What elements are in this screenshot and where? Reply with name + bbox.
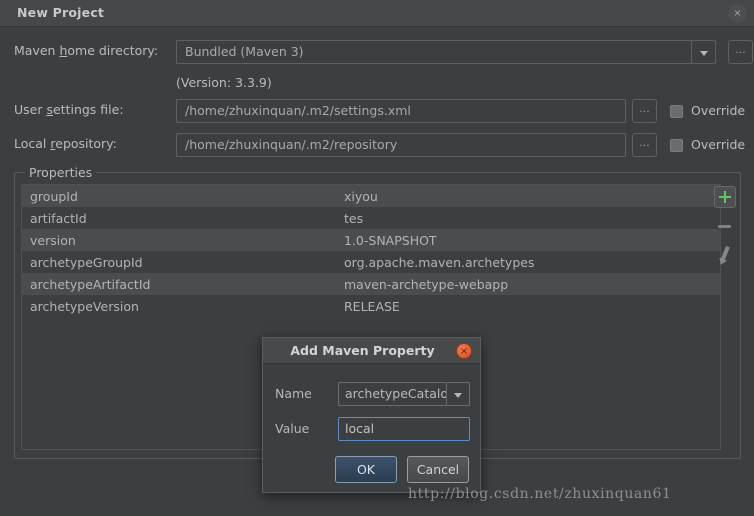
pencil-icon[interactable]: [714, 243, 736, 265]
modal-value-input[interactable]: local: [338, 417, 470, 441]
property-value: tes: [344, 210, 364, 226]
maven-home-label: Maven home directory:: [14, 43, 159, 58]
local-repository-override-label: Override: [691, 137, 746, 152]
property-value: xiyou: [344, 188, 378, 204]
table-row[interactable]: version 1.0-SNAPSHOT: [22, 229, 720, 251]
modal-name-label: Name: [275, 386, 312, 401]
modal-titlebar: Add Maven Property ×: [263, 338, 480, 364]
user-settings-browse-button[interactable]: ...: [632, 99, 657, 123]
watermark-text: http://blog.csdn.net/zhuxinquan61: [408, 486, 672, 502]
modal-title: Add Maven Property: [290, 343, 435, 358]
checkbox-box: [670, 139, 683, 152]
property-key: archetypeVersion: [30, 298, 139, 314]
property-value: RELEASE: [344, 298, 400, 314]
modal-value-label: Value: [275, 421, 310, 436]
local-repository-row: Local repository: /home/zhuxinquan/.m2/r…: [14, 133, 745, 157]
add-maven-property-dialog: Add Maven Property × Name archetypeCatal…: [262, 337, 481, 493]
plus-icon[interactable]: [714, 186, 736, 208]
property-key: version: [30, 232, 76, 248]
close-icon[interactable]: ×: [456, 343, 472, 359]
maven-version-note: (Version: 3.3.9): [176, 75, 272, 90]
cancel-button[interactable]: Cancel: [407, 456, 469, 483]
modal-value-row: Value local: [275, 417, 471, 441]
chevron-down-icon[interactable]: [692, 40, 716, 64]
close-icon[interactable]: ×: [728, 4, 747, 23]
local-repository-label: Local repository:: [14, 136, 117, 151]
maven-home-row: Maven home directory: Bundled (Maven 3) …: [14, 40, 753, 64]
ok-button[interactable]: OK: [335, 456, 397, 483]
local-repository-input[interactable]: /home/zhuxinquan/.m2/repository: [176, 133, 626, 157]
maven-home-browse-button[interactable]: ...: [728, 40, 753, 64]
chevron-down-icon[interactable]: [447, 382, 470, 406]
modal-name-row: Name archetypeCatalog: [275, 382, 471, 406]
property-key: archetypeArtifactId: [30, 276, 151, 292]
page-title: New Project: [17, 5, 105, 20]
checkbox-box: [670, 105, 683, 118]
property-key: groupId: [30, 188, 78, 204]
properties-toolbar: [714, 184, 736, 450]
new-project-dialog: New Project × Maven home directory: Bund…: [0, 0, 754, 516]
properties-group-title: Properties: [25, 165, 97, 180]
modal-name-combo-value[interactable]: archetypeCatalog: [338, 382, 447, 406]
table-row[interactable]: archetypeGroupId org.apache.maven.archety…: [22, 251, 720, 273]
property-value: 1.0-SNAPSHOT: [344, 232, 437, 248]
table-row[interactable]: groupId xiyou: [22, 185, 720, 207]
property-value: org.apache.maven.archetypes: [344, 254, 535, 270]
user-settings-input[interactable]: /home/zhuxinquan/.m2/settings.xml: [176, 99, 626, 123]
property-key: artifactId: [30, 210, 87, 226]
minus-icon[interactable]: [714, 215, 736, 237]
user-settings-row: User settings file: /home/zhuxinquan/.m2…: [14, 99, 745, 123]
table-row[interactable]: archetypeVersion RELEASE: [22, 295, 720, 317]
table-row[interactable]: archetypeArtifactId maven-archetype-webap…: [22, 273, 720, 295]
property-key: archetypeGroupId: [30, 254, 143, 270]
table-row[interactable]: artifactId tes: [22, 207, 720, 229]
user-settings-label: User settings file:: [14, 102, 124, 117]
maven-home-combo-value[interactable]: Bundled (Maven 3): [176, 40, 692, 64]
local-repository-browse-button[interactable]: ...: [632, 133, 657, 157]
user-settings-override-label: Override: [691, 103, 746, 118]
window-titlebar: New Project ×: [0, 0, 754, 27]
property-value: maven-archetype-webapp: [344, 276, 509, 292]
